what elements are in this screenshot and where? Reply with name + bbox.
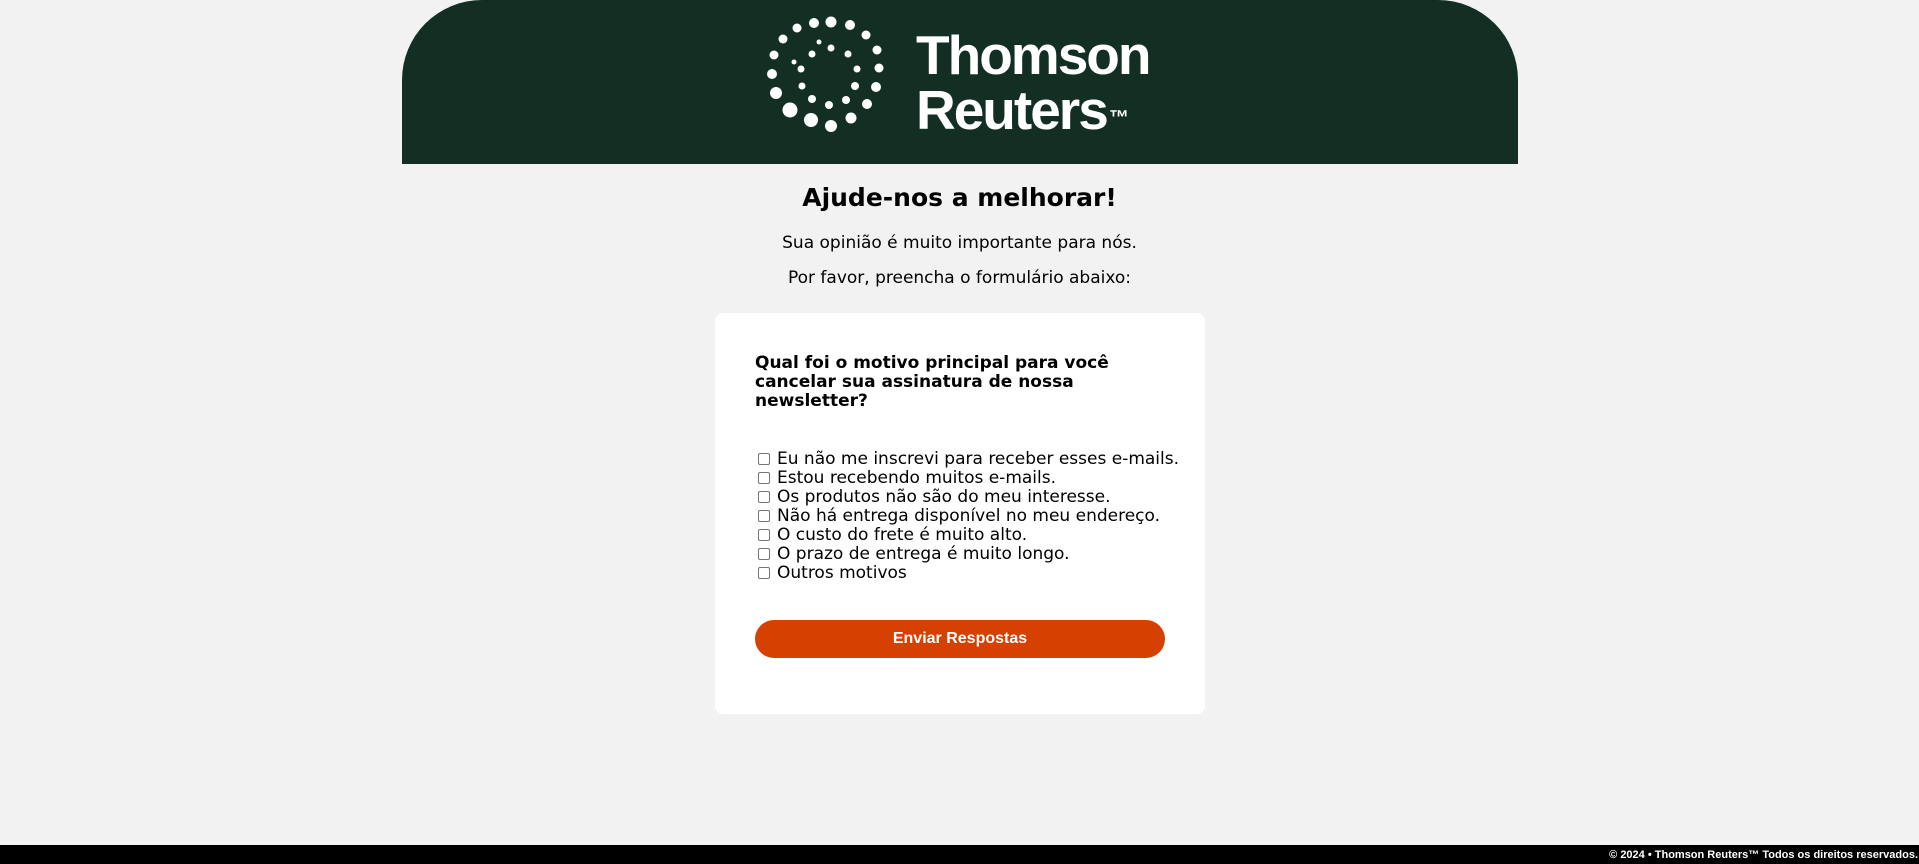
reason-label[interactable]: O prazo de entrega é muito longo. <box>777 544 1070 564</box>
reason-option[interactable]: O prazo de entrega é muito longo. <box>755 544 1179 564</box>
submit-responses-button[interactable]: Enviar Respostas <box>755 620 1165 658</box>
reason-label[interactable]: Eu não me inscrevi para receber esses e-… <box>777 449 1179 469</box>
reason-option[interactable]: O custo do frete é muito alto. <box>755 525 1179 545</box>
reason-checkbox[interactable] <box>758 452 770 465</box>
logo-trademark: ™ <box>1108 107 1129 129</box>
logo-wordmark: Thomson Reuters ™ <box>916 24 1151 138</box>
reason-label[interactable]: Outros motivos <box>777 563 907 583</box>
page-subtitle-opinion: Sua opinião é muito importante para nós. <box>782 233 1137 253</box>
page-subtitle-instructions: Por favor, preencha o formulário abaixo: <box>787 268 1132 288</box>
reason-options-list: Eu não me inscrevi para receber esses e-… <box>755 449 1179 583</box>
reason-label[interactable]: Os produtos não são do meu interesse. <box>777 487 1110 507</box>
reason-checkbox[interactable] <box>758 509 770 522</box>
reason-option[interactable]: Eu não me inscrevi para receber esses e-… <box>755 449 1179 469</box>
logo-word-thomson: Thomson <box>916 24 1151 86</box>
copyright-text: © 2024 • Thomson Reuters™ Todos os direi… <box>1609 849 1918 861</box>
reason-checkbox[interactable] <box>758 490 770 503</box>
reason-option[interactable]: Não há entrega disponível no meu endereç… <box>755 506 1179 526</box>
footer-bar: © 2024 • Thomson Reuters™ Todos os direi… <box>0 845 1919 864</box>
survey-card: Qual foi o motivo principal para você ca… <box>715 313 1205 714</box>
reason-option[interactable]: Outros motivos <box>755 563 1179 583</box>
reason-label[interactable]: Não há entrega disponível no meu endereç… <box>777 506 1160 526</box>
reason-checkbox[interactable] <box>758 528 770 541</box>
reason-option[interactable]: Os produtos não são do meu interesse. <box>755 487 1179 507</box>
reason-label[interactable]: O custo do frete é muito alto. <box>777 525 1027 545</box>
logo-word-reuters-line: Reuters ™ <box>916 83 1149 138</box>
page-title: Ajude-nos a melhorar! <box>802 183 1117 212</box>
reason-checkbox[interactable] <box>758 547 770 560</box>
dot-ring-icon <box>767 16 884 132</box>
reason-option[interactable]: Estou recebendo muitos e-mails. <box>755 468 1179 488</box>
reason-checkbox[interactable] <box>758 566 770 579</box>
thomson-reuters-logo: Thomson Reuters ™ <box>766 14 1166 144</box>
survey-question: Qual foi o motivo principal para você ca… <box>755 353 1109 411</box>
logo-word-reuters: Reuters <box>916 79 1109 141</box>
reason-checkbox[interactable] <box>758 471 770 484</box>
reason-label[interactable]: Estou recebendo muitos e-mails. <box>777 468 1056 488</box>
